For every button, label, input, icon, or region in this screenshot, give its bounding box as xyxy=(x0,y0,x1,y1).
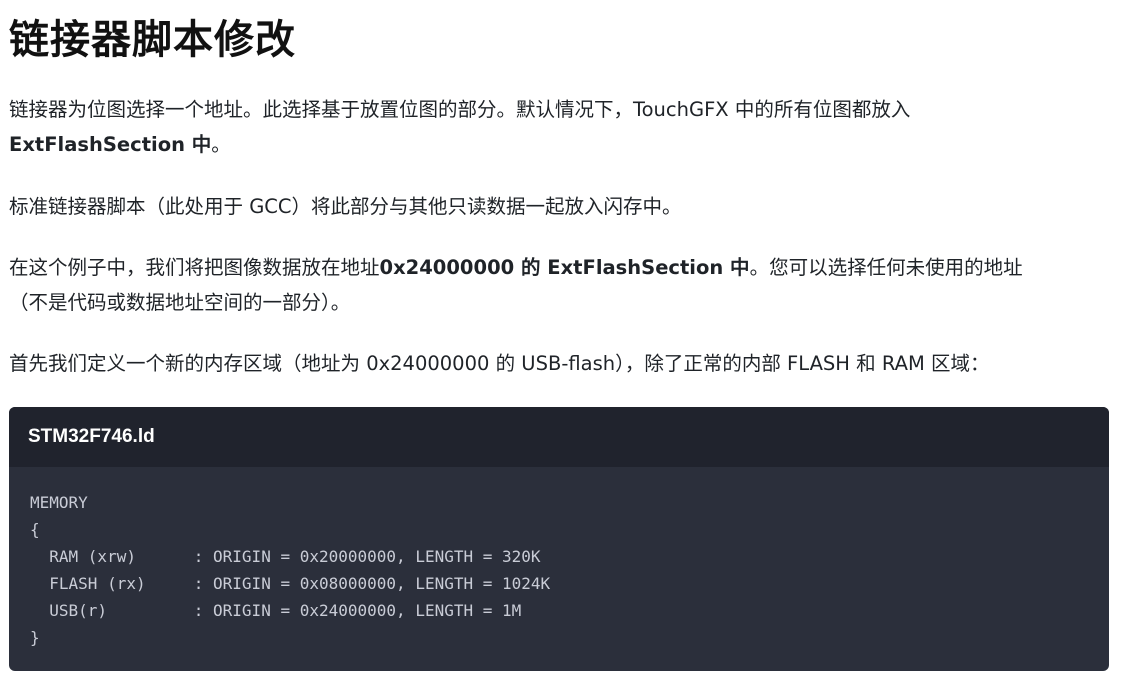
paragraph-line: 在这个例子中，我们将把图像数据放在地址0x24000000 的 ExtFlash… xyxy=(9,250,1109,285)
paragraph-text: 。您可以选择任何未使用的地址 xyxy=(749,256,1023,279)
code-line: FLASH (rx) : ORIGIN = 0x08000000, LENGTH… xyxy=(30,574,551,593)
code-line: RAM (xrw) : ORIGIN = 0x20000000, LENGTH … xyxy=(30,547,541,566)
code-line: MEMORY xyxy=(30,493,88,512)
paragraph-text: 在这个例子中，我们将把图像数据放在地址 xyxy=(9,256,380,279)
paragraph-memory-region: 首先我们定义一个新的内存区域（地址为 0x24000000 的 USB-flas… xyxy=(9,352,990,375)
paragraph-line: ExtFlashSection 中。 xyxy=(9,127,1109,162)
paragraph-standard-linker: 标准链接器脚本（此处用于 GCC）将此部分与其他只读数据一起放入闪存中。 xyxy=(9,195,682,218)
code-content[interactable]: MEMORY { RAM (xrw) : ORIGIN = 0x20000000… xyxy=(9,467,1109,651)
paragraph-line: 链接器为位图选择一个地址。此选择基于放置位图的部分。默认情况下，TouchGFX… xyxy=(9,98,911,121)
address-bold: 0x24000000 的 ExtFlashSection 中 xyxy=(379,256,750,279)
page-title: 链接器脚本修改 xyxy=(9,17,296,63)
paragraph-bitmap-address: 链接器为位图选择一个地址。此选择基于放置位图的部分。默认情况下，TouchGFX… xyxy=(9,92,1109,162)
paragraph-example-address: 在这个例子中，我们将把图像数据放在地址0x24000000 的 ExtFlash… xyxy=(9,250,1109,320)
code-filename: STM32F746.ld xyxy=(9,407,1109,467)
section-name-bold: ExtFlashSection 中 xyxy=(9,133,212,156)
paragraph-line: （不是代码或数据地址空间的一部分）。 xyxy=(9,291,351,314)
code-line: } xyxy=(30,628,40,647)
code-line: USB(r) : ORIGIN = 0x24000000, LENGTH = 1… xyxy=(30,601,522,620)
code-line: { xyxy=(30,520,40,539)
code-block: STM32F746.ld MEMORY { RAM (xrw) : ORIGIN… xyxy=(9,407,1109,671)
paragraph-text: 。 xyxy=(211,133,231,156)
